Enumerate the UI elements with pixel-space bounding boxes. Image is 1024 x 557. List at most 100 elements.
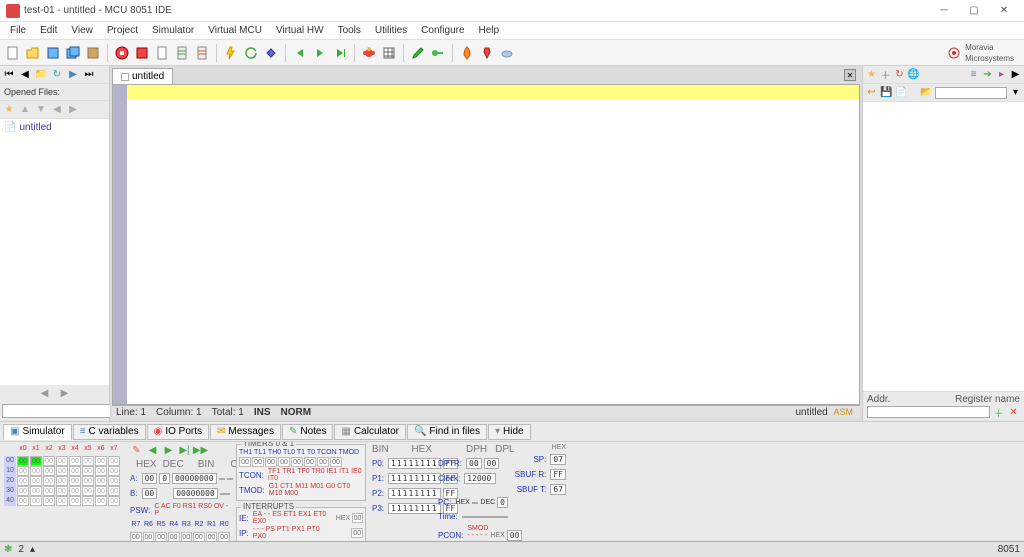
goto-icon[interactable] xyxy=(429,44,447,62)
tab-messages[interactable]: ✉Messages xyxy=(210,424,281,440)
nav-back-icon[interactable]: ◀ xyxy=(18,68,32,82)
tab-notes[interactable]: ✎Notes xyxy=(282,424,334,440)
reg-cell[interactable]: 00 xyxy=(108,466,120,476)
cloud-icon[interactable] xyxy=(498,44,516,62)
up-icon[interactable]: ▲ xyxy=(18,103,32,117)
reg-cell[interactable]: 00 xyxy=(82,466,94,476)
reg-cell[interactable]: 00 xyxy=(69,496,81,506)
star-icon[interactable]: ★ xyxy=(2,103,16,117)
breakpoint-icon[interactable] xyxy=(360,44,378,62)
reg-cell[interactable]: 00 xyxy=(30,496,42,506)
close-all-tabs-icon[interactable]: ✕ xyxy=(844,69,856,81)
compile-icon[interactable] xyxy=(173,44,191,62)
reg-cell[interactable]: 00 xyxy=(56,466,68,476)
save-all-icon[interactable] xyxy=(64,44,82,62)
reset-icon[interactable] xyxy=(133,44,151,62)
tab-untitled[interactable]: untitled xyxy=(112,68,173,84)
reg-cell[interactable]: 00 xyxy=(17,476,29,486)
reg-cell[interactable]: 00 xyxy=(30,476,42,486)
reg-cell[interactable]: 00 xyxy=(82,486,94,496)
tab-cvars[interactable]: ≡C variables xyxy=(73,424,146,440)
menu-utilities[interactable]: Utilities xyxy=(369,24,413,37)
right-icon[interactable]: ▶ xyxy=(66,103,80,117)
grid-icon[interactable] xyxy=(380,44,398,62)
menu-help[interactable]: Help xyxy=(473,24,506,37)
rp-open-icon[interactable]: 📂 xyxy=(920,86,933,99)
reg-cell[interactable]: 00 xyxy=(82,496,94,506)
reg-cell[interactable]: 00 xyxy=(95,476,107,486)
sim-prev-icon[interactable]: ◀ xyxy=(146,444,159,457)
opened-files-list[interactable]: 📄untitled xyxy=(0,119,109,385)
reg-cell[interactable]: 00 xyxy=(108,486,120,496)
rp-disk-icon[interactable]: 💾 xyxy=(880,86,893,99)
reg-cell[interactable]: 00 xyxy=(69,456,81,466)
reg-cell[interactable]: 00 xyxy=(95,496,107,506)
reg-cell[interactable]: 00 xyxy=(82,456,94,466)
tab-findinfiles[interactable]: 🔍Find in files xyxy=(407,424,487,440)
reg-cell[interactable]: 00 xyxy=(17,496,29,506)
menu-view[interactable]: View xyxy=(65,24,99,37)
reg-cell[interactable]: 00 xyxy=(56,496,68,506)
save-as-icon[interactable] xyxy=(84,44,102,62)
clean-icon[interactable] xyxy=(478,44,496,62)
reg-cell[interactable]: 00 xyxy=(69,466,81,476)
reg-cell[interactable]: 00 xyxy=(43,486,55,496)
minimize-button[interactable]: ─ xyxy=(930,3,958,19)
left-icon[interactable]: ◀ xyxy=(50,103,64,117)
nav-last-icon[interactable]: ⏭ xyxy=(82,68,96,82)
editor-textarea[interactable] xyxy=(127,85,859,404)
connect-icon[interactable] xyxy=(262,44,280,62)
stop-icon[interactable] xyxy=(113,44,131,62)
open-folder-icon[interactable] xyxy=(24,44,42,62)
menu-tools[interactable]: Tools xyxy=(332,24,367,37)
reg-cell[interactable]: 00 xyxy=(56,476,68,486)
down-icon[interactable]: ▼ xyxy=(34,103,48,117)
flash-icon[interactable] xyxy=(222,44,240,62)
run-icon[interactable] xyxy=(311,44,329,62)
menu-virtual-mcu[interactable]: Virtual MCU xyxy=(202,24,268,37)
rp-list-icon[interactable]: ≡ xyxy=(967,68,980,81)
edit-icon[interactable] xyxy=(409,44,427,62)
nav-first-icon[interactable]: ⏮ xyxy=(2,68,16,82)
del-reg-icon[interactable]: ✕ xyxy=(1007,406,1020,419)
folder-icon[interactable]: 📁 xyxy=(34,68,48,82)
rp-page-icon[interactable]: 📄 xyxy=(895,86,908,99)
status-dropdown[interactable]: ▴ xyxy=(30,544,35,555)
new-file-icon[interactable] xyxy=(4,44,22,62)
reg-cell[interactable]: 00 xyxy=(108,476,120,486)
menu-simulator[interactable]: Simulator xyxy=(146,24,200,37)
sim-play-icon[interactable]: ▶ xyxy=(162,444,175,457)
reg-cell[interactable]: 00 xyxy=(108,496,120,506)
menu-file[interactable]: File xyxy=(4,24,32,37)
nav-refresh-icon[interactable]: ↻ xyxy=(50,68,64,82)
reg-cell[interactable]: 00 xyxy=(95,456,107,466)
reg-cell[interactable]: 00 xyxy=(108,456,120,466)
rp-add-icon[interactable]: ＋ xyxy=(879,68,892,81)
rp-next-icon[interactable]: ▶ xyxy=(1009,68,1022,81)
step-over-icon[interactable] xyxy=(331,44,349,62)
reg-cell[interactable]: 00 xyxy=(95,486,107,496)
build-icon[interactable] xyxy=(193,44,211,62)
menu-virtual-hw[interactable]: Virtual HW xyxy=(270,24,330,37)
rocket-icon[interactable] xyxy=(458,44,476,62)
right-panel-list[interactable] xyxy=(863,102,1024,391)
addr-input[interactable] xyxy=(867,406,990,418)
rp-go-icon[interactable]: ➔ xyxy=(981,68,994,81)
pager-prev-icon[interactable]: ◀ xyxy=(38,386,52,400)
reg-cell[interactable]: 00 xyxy=(30,486,42,496)
list-item[interactable]: 📄untitled xyxy=(2,121,107,134)
reg-cell[interactable]: 00 xyxy=(82,476,94,486)
reg-cell[interactable]: 00 xyxy=(95,466,107,476)
reg-cell[interactable]: 00 xyxy=(69,486,81,496)
reg-cell[interactable]: 00 xyxy=(56,486,68,496)
reg-cell[interactable]: 00 xyxy=(30,456,42,466)
rp-back-icon[interactable]: ↩ xyxy=(865,86,878,99)
reg-cell[interactable]: 00 xyxy=(17,486,29,496)
sim-last-icon[interactable]: ▶▶ xyxy=(194,444,207,457)
rp-flag-icon[interactable]: ▸ xyxy=(995,68,1008,81)
rp-dropdown-icon[interactable]: ▾ xyxy=(1009,86,1022,99)
tab-hide[interactable]: ▾Hide xyxy=(488,424,531,440)
close-button[interactable]: ✕ xyxy=(990,3,1018,19)
rp-globe-icon[interactable]: 🌐 xyxy=(907,68,920,81)
tab-ioports[interactable]: ◉IO Ports xyxy=(147,424,209,440)
